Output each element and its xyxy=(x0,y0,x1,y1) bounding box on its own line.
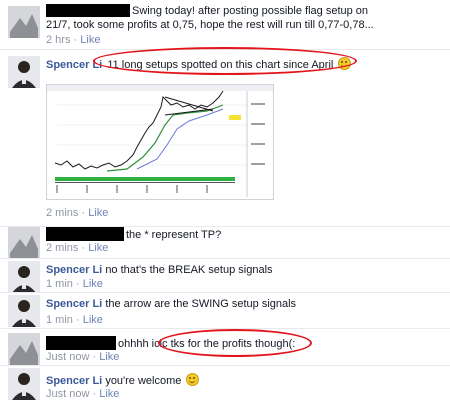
like-link[interactable]: Like xyxy=(99,388,119,400)
avatar-photo-icon xyxy=(8,56,40,88)
avatar-photo-icon xyxy=(8,261,40,293)
like-link[interactable]: Like xyxy=(80,34,100,46)
author-name[interactable]: Spencer Li xyxy=(46,375,102,387)
avatar-photo-icon xyxy=(8,333,40,365)
like-link[interactable]: Like xyxy=(88,242,108,254)
chart-image-attachment[interactable] xyxy=(46,84,274,200)
meta-separator: · xyxy=(73,34,78,46)
meta-separator: · xyxy=(92,388,97,400)
like-link[interactable]: Like xyxy=(83,314,103,326)
comment-body: Spencer Li the arrow are the SWING setup… xyxy=(46,297,296,311)
avatar-photo-icon xyxy=(8,368,40,400)
comment-4: Spencer Li no that's the BREAK setup sig… xyxy=(0,259,450,293)
meta-separator: · xyxy=(92,351,97,363)
comment-1: Swing today! after posting possible flag… xyxy=(0,0,450,48)
avatar[interactable] xyxy=(8,227,40,259)
comment-meta: Just now · Like xyxy=(46,388,119,401)
comment-meta: 1 min · Like xyxy=(46,278,103,291)
comment-text: the arrow are the SWING setup signals xyxy=(105,298,297,310)
avatar[interactable] xyxy=(8,295,40,327)
redacted-author xyxy=(46,227,124,241)
like-link[interactable]: Like xyxy=(99,351,119,363)
comment-body: Spencer Li no that's the BREAK setup sig… xyxy=(46,263,273,277)
like-link[interactable]: Like xyxy=(88,207,108,219)
comment-time: 1 min xyxy=(46,314,73,326)
smiley-emoticon-icon xyxy=(186,373,200,386)
redacted-author xyxy=(46,336,116,350)
like-link[interactable]: Like xyxy=(83,278,103,290)
comment-body: Spencer Li you're welcome xyxy=(46,373,200,388)
meta-separator: · xyxy=(75,314,80,326)
comment-meta: 2 mins · Like xyxy=(46,207,108,220)
comment-meta: Just now · Like xyxy=(46,351,119,364)
avatar[interactable] xyxy=(8,333,40,365)
comment-text: no that's the BREAK setup signals xyxy=(105,264,273,276)
comment-time: 2 hrs xyxy=(46,34,71,46)
comment-time: Just now xyxy=(46,388,90,400)
avatar[interactable] xyxy=(8,261,40,293)
meta-separator: · xyxy=(75,278,80,290)
avatar-photo-icon xyxy=(8,295,40,327)
comment-text: the * represent TP? xyxy=(126,229,222,241)
author-name[interactable]: Spencer Li xyxy=(46,298,102,310)
comment-7: Spencer Li you're welcome Just now · Lik… xyxy=(0,366,450,403)
comment-5: Spencer Li the arrow are the SWING setup… xyxy=(0,293,450,327)
avatar[interactable] xyxy=(8,56,40,88)
avatar[interactable] xyxy=(8,368,40,400)
meta-separator: · xyxy=(81,207,86,219)
stock-chart-thumbnail-icon xyxy=(47,85,273,199)
comment-text: Swing today! after posting possible flag… xyxy=(46,5,374,31)
comment-meta: 2 mins · Like xyxy=(46,242,108,255)
avatar-photo-icon xyxy=(8,6,40,38)
avatar-photo-icon xyxy=(8,227,40,259)
comment-meta: 1 min · Like xyxy=(46,314,103,327)
meta-separator: · xyxy=(81,242,86,254)
comment-text: you're welcome xyxy=(105,375,182,387)
annotation-ellipse xyxy=(93,47,357,75)
comment-time: 2 mins xyxy=(46,207,79,219)
comment-3: the * represent TP? 2 mins · Like xyxy=(0,227,450,259)
comment-time: Just now xyxy=(46,351,90,363)
comment-meta: 2 hrs · Like xyxy=(46,34,100,47)
avatar[interactable] xyxy=(8,6,40,38)
author-name[interactable]: Spencer Li xyxy=(46,264,102,276)
annotation-ellipse xyxy=(158,329,312,357)
comment-6: ohhhh icic tks for the profits though(: … xyxy=(0,329,450,365)
comment-time: 1 min xyxy=(46,278,73,290)
comment-time: 2 mins xyxy=(46,242,79,254)
